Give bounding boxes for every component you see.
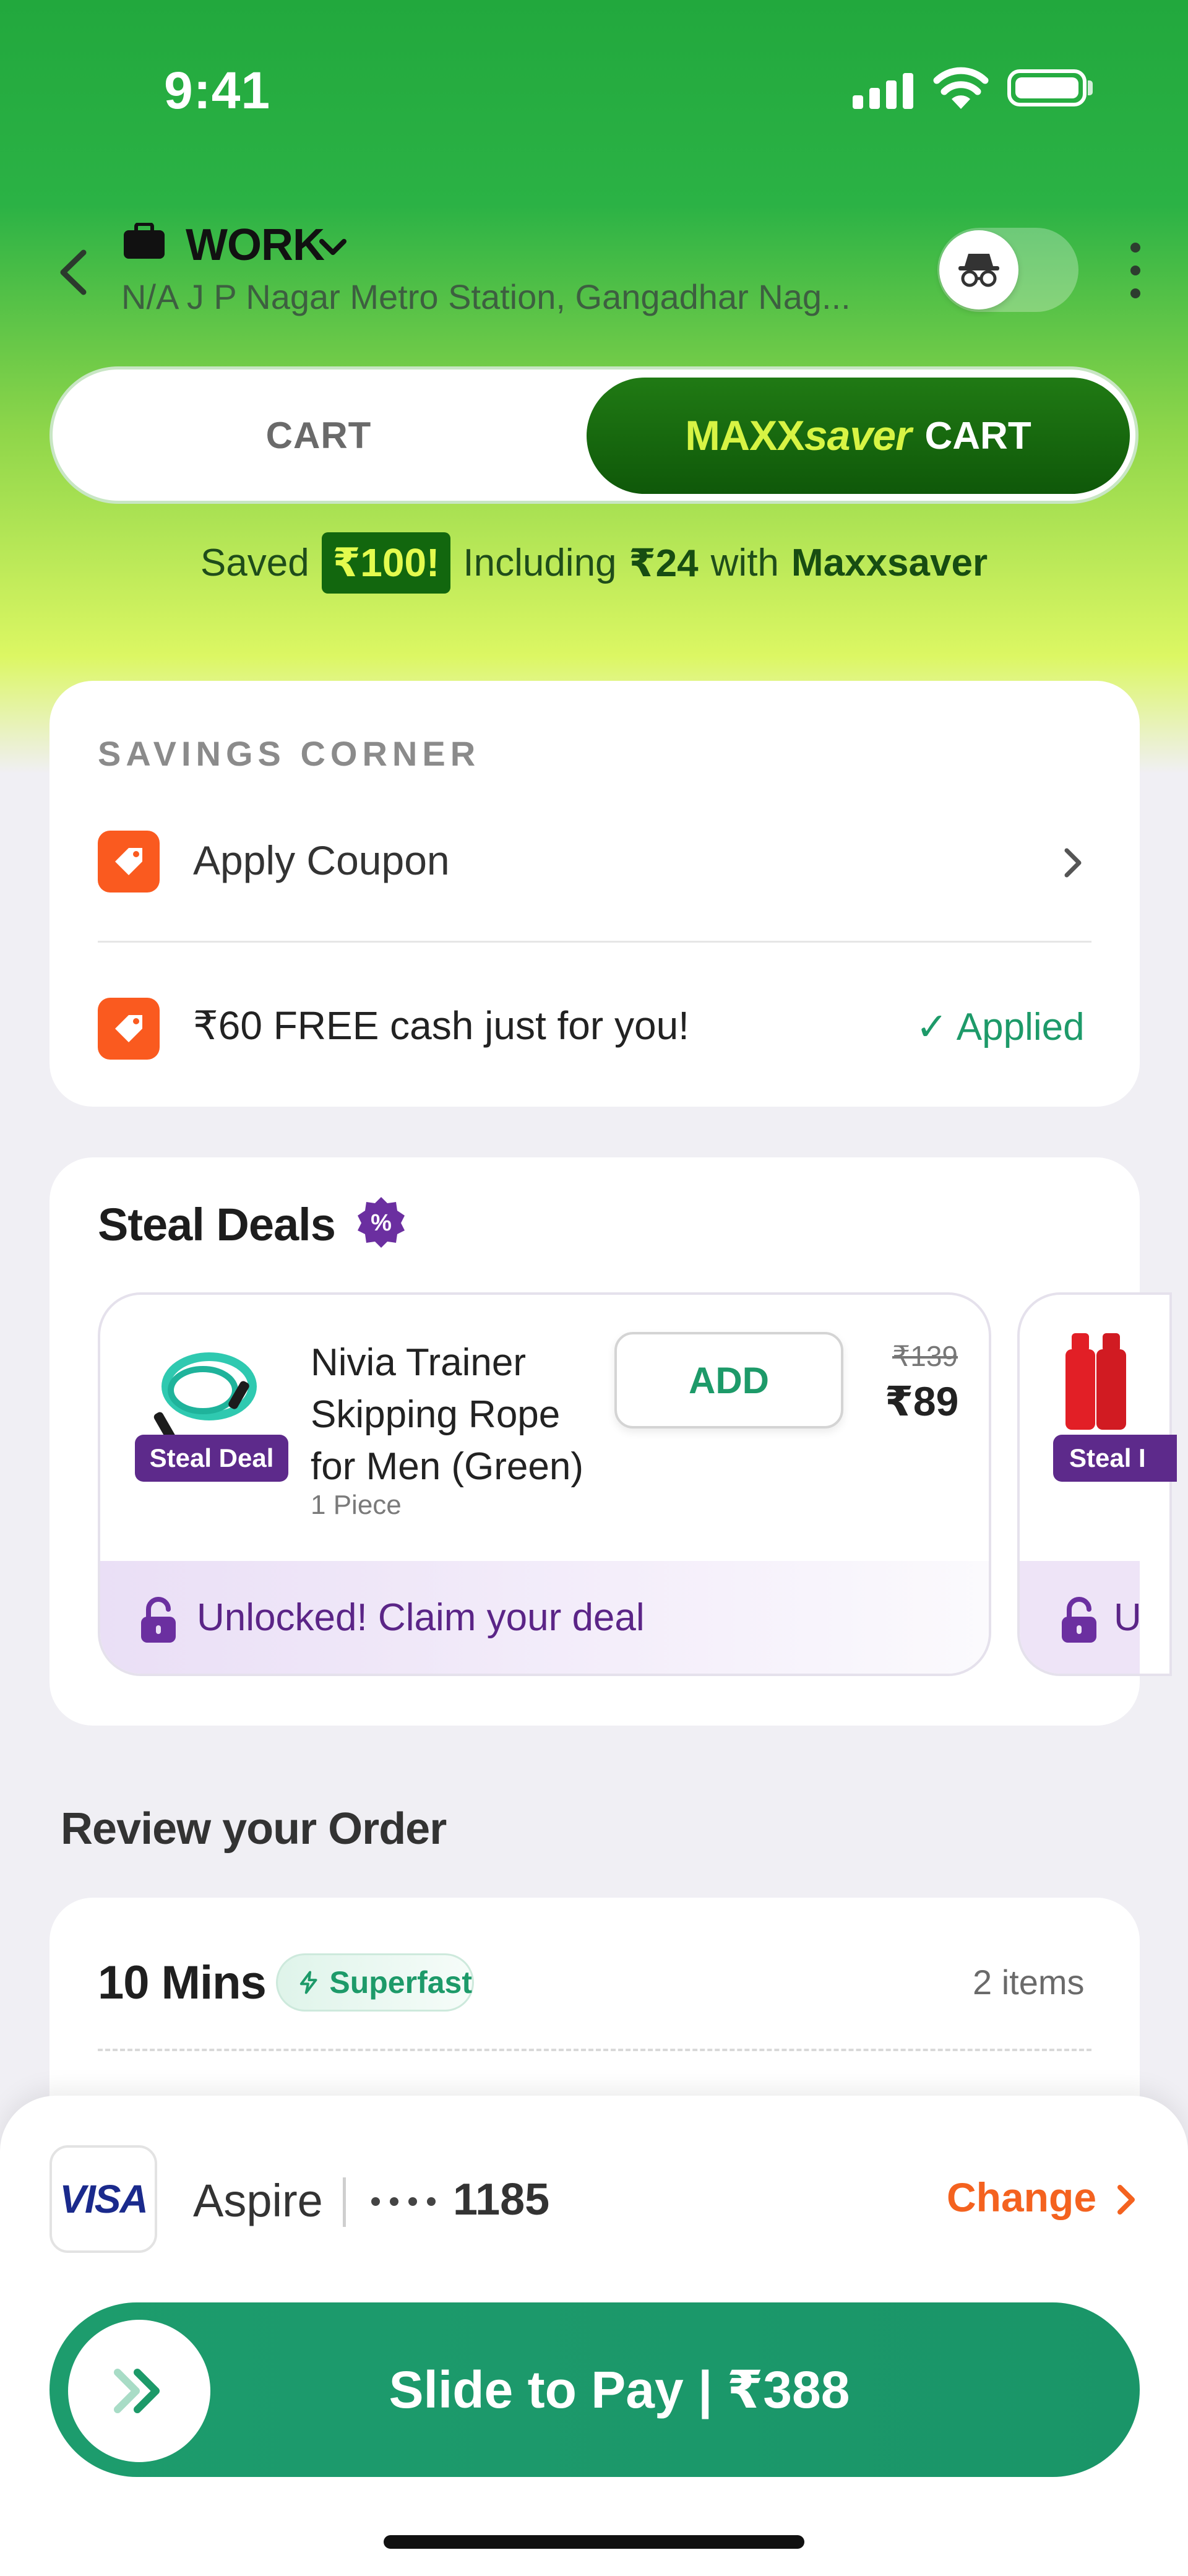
discount-badge-symbol: % [371,1210,392,1236]
briefcase-icon [124,223,165,259]
item-count: 2 items [973,1963,1085,2002]
product-name[interactable]: Nivia Trainer Skipping Rope for Men (Gre… [311,1337,595,1493]
unlocked-lock-icon-next [1062,1597,1096,1643]
card-name: Aspire [193,2175,323,2226]
maxxsaver-logo: MAXXsaver [685,412,911,459]
lightning-icon [299,1971,317,1994]
tab-maxxsaver-cart[interactable]: MAXXsaver CART [587,378,1130,494]
savings-corner-title: SAVINGS CORNER [98,734,481,773]
incognito-toggle-knob[interactable] [939,230,1018,309]
next-product-image [1065,1333,1126,1430]
slide-to-pay-track[interactable]: Slide to Pay | ₹388 [50,2302,1140,2477]
masked-card-dots [371,2197,436,2206]
add-to-cart-button[interactable]: ADD [614,1332,843,1428]
unlock-claim-text-next[interactable]: U [1114,1596,1142,1640]
back-arrow-icon[interactable] [50,241,99,303]
home-indicator [384,2535,804,2549]
card-last-digits: 1185 [453,2175,550,2224]
unlock-claim-text[interactable]: Unlocked! Claim your deal [197,1596,645,1640]
delivery-address[interactable]: N/A J P Nagar Metro Station, Gangadhar N… [121,277,901,317]
more-options-icon[interactable] [1126,243,1145,298]
unlocked-lock-icon [141,1597,176,1643]
review-order-title: Review your Order [61,1804,447,1854]
savings-middle: Including [463,542,617,584]
superfast-label: Superfast [329,1965,472,2000]
steal-deals-title: Steal Deals [98,1199,336,1250]
savings-brand: Maxxsaver [791,542,988,584]
free-cash-tag-icon [98,998,160,1060]
steal-deal-tag: Steal Deal [135,1435,288,1482]
chevron-right-orange-icon[interactable] [1114,2181,1138,2218]
wifi-icon [933,67,989,109]
chevron-down-icon[interactable] [317,235,349,260]
location-label[interactable]: WORK [186,220,325,270]
savings-included-amount: ₹24 [629,542,699,585]
tab-cart[interactable]: CART [53,370,585,501]
coupon-tag-icon [98,831,160,893]
card-separator [343,2177,346,2227]
applied-status: ✓ Applied [916,1006,1085,1048]
delivery-time: 10 Mins [98,1956,267,2009]
visa-card-logo: VISA [50,2145,157,2253]
apply-coupon-link[interactable]: Apply Coupon [193,837,450,884]
tab-maxxsaver-label: CART [924,414,1031,457]
savings-banner: Saved ₹100! Including ₹24 with Maxxsaver [0,532,1188,594]
product-quantity: 1 Piece [311,1490,402,1520]
status-time: 9:41 [164,61,271,119]
product-price: ₹89 [885,1378,959,1424]
change-payment-button[interactable]: Change [947,2174,1096,2221]
double-chevron-right-icon [114,2369,160,2413]
dashed-divider [98,2049,1091,2051]
divider [98,941,1091,943]
steal-deal-tag-next: Steal I [1053,1435,1177,1482]
battery-tip [1088,80,1093,95]
incognito-icon [958,254,999,287]
chevron-right-icon[interactable] [1058,843,1088,883]
discount-badge-icon: % [358,1197,405,1248]
slide-to-pay-label: Slide to Pay | ₹388 [389,2361,850,2419]
savings-with: with [710,542,779,584]
cellular-signal-icon [853,69,915,109]
free-cash-offer: ₹60 FREE cash just for you! [193,1003,689,1048]
savings-prefix: Saved [200,542,309,584]
superfast-badge: Superfast [276,1953,474,2012]
savings-amount-badge: ₹100! [321,532,451,594]
battery-icon [1007,69,1087,106]
product-mrp: ₹139 [892,1340,958,1372]
skipping-rope-image [153,1352,257,1441]
slide-to-pay-handle[interactable] [68,2320,210,2462]
